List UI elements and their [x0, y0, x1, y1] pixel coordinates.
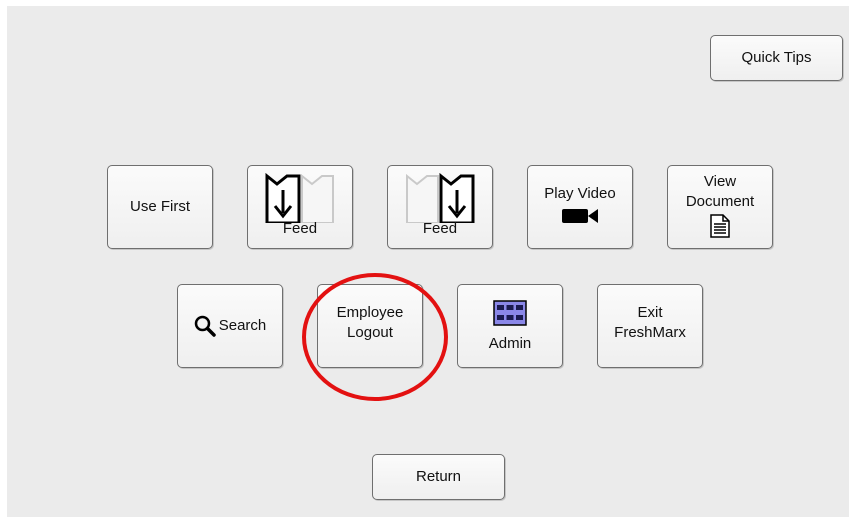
view-document-button[interactable]: View Document — [667, 165, 773, 249]
feed-right-icon — [405, 173, 475, 223]
feed-left-label: Feed — [282, 220, 318, 237]
admin-label: Admin — [488, 335, 532, 352]
exit-label-line2: FreshMarx — [614, 324, 686, 341]
search-label: Search — [218, 317, 267, 334]
feed-left-icon — [265, 173, 335, 223]
app-screen: Quick Tips Use First Feed Feed Play Vide… — [7, 6, 849, 517]
admin-button[interactable]: Admin — [457, 284, 563, 368]
employee-logout-button[interactable]: Employee Logout — [317, 284, 423, 368]
use-first-button[interactable]: Use First — [107, 165, 213, 249]
employee-logout-label-line1: Employee — [336, 304, 404, 321]
play-video-label: Play Video — [544, 184, 616, 202]
exit-label-line1: Exit — [637, 304, 663, 321]
return-button[interactable]: Return — [372, 454, 505, 500]
feed-right-button[interactable]: Feed — [387, 165, 493, 249]
view-document-label-line2: Document — [685, 193, 755, 210]
play-video-button[interactable]: Play Video — [527, 165, 633, 249]
use-first-label: Use First — [130, 198, 190, 215]
view-document-label-line1: View — [703, 173, 737, 190]
search-button[interactable]: Search — [177, 284, 283, 368]
video-camera-icon — [561, 207, 599, 225]
quick-tips-label: Quick Tips — [741, 49, 812, 66]
quick-tips-button[interactable]: Quick Tips — [710, 35, 843, 81]
feed-right-label: Feed — [422, 220, 458, 237]
grid-panel-icon — [493, 300, 527, 326]
return-label: Return — [415, 468, 462, 485]
exit-freshmarx-button[interactable]: Exit FreshMarx — [597, 284, 703, 368]
magnifier-icon — [194, 315, 216, 337]
document-icon — [710, 214, 730, 238]
employee-logout-label-line2: Logout — [347, 324, 393, 341]
feed-left-button[interactable]: Feed — [247, 165, 353, 249]
